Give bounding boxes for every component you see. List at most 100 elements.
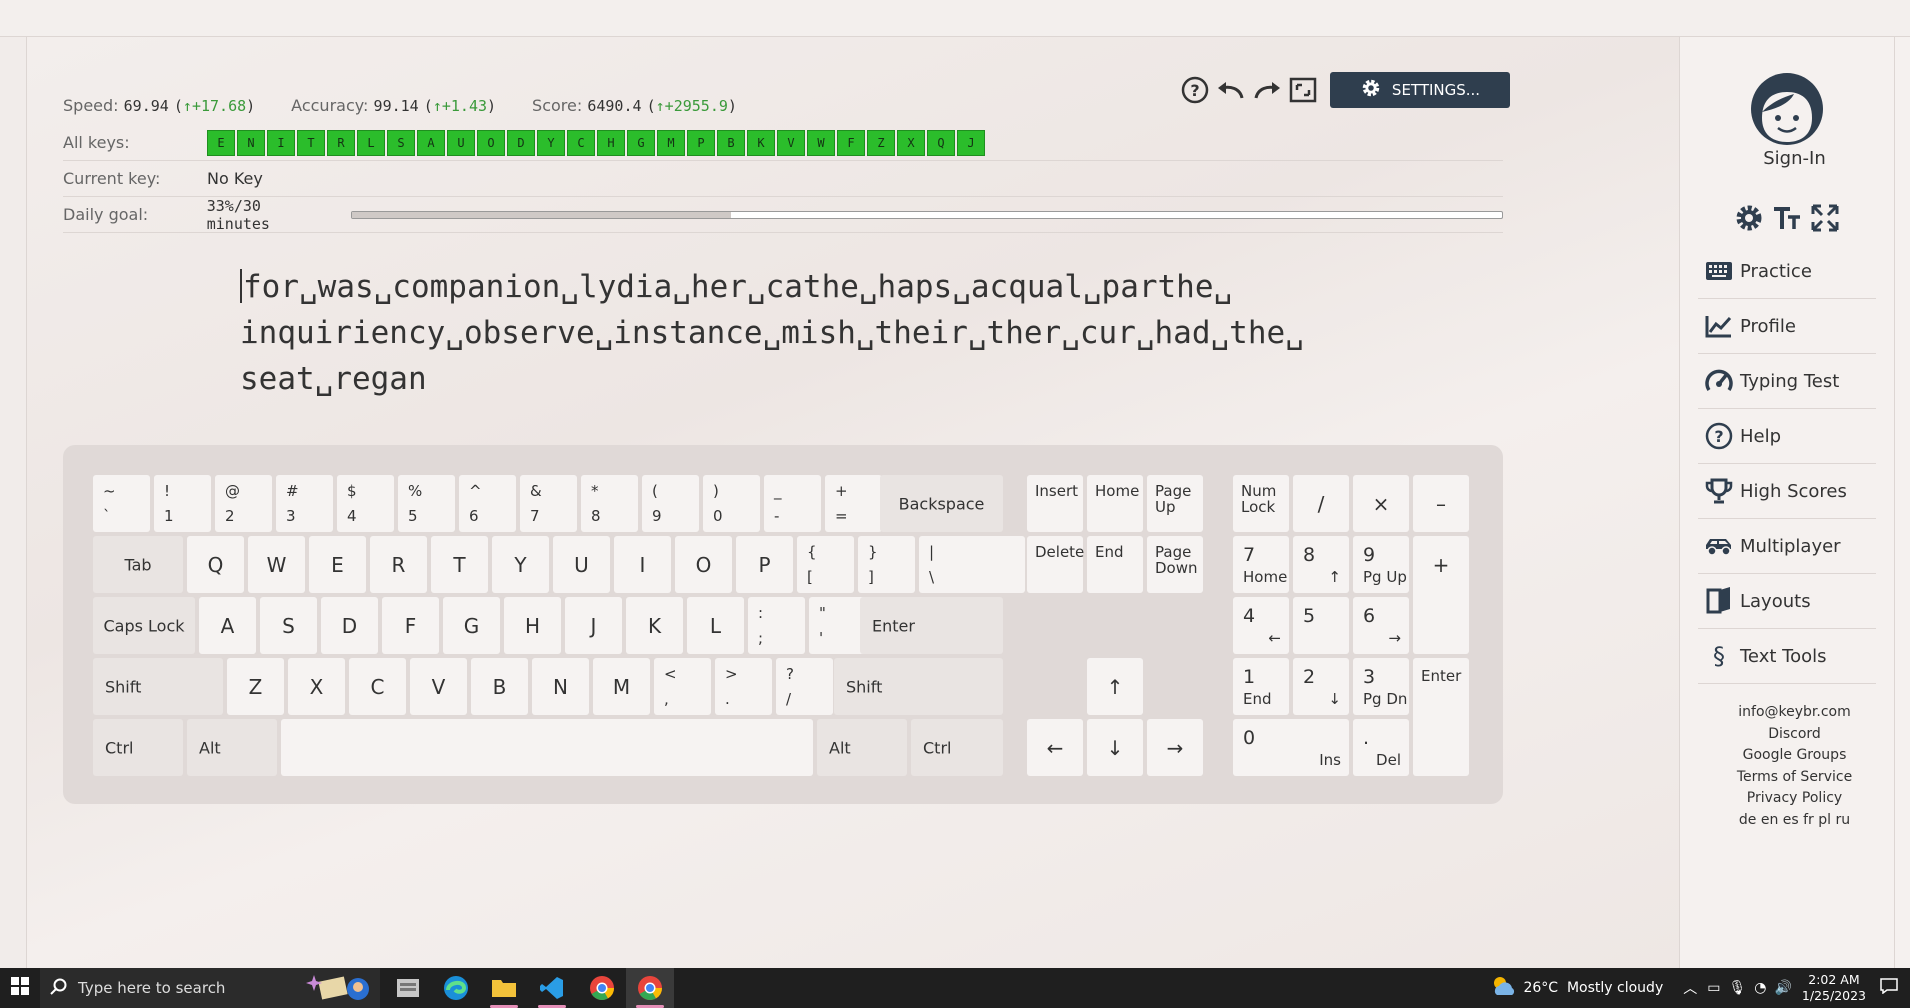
key-chip: O (477, 129, 505, 156)
key-tab: Tab (93, 536, 183, 593)
daily-goal-fill (351, 211, 732, 218)
key-row4-symbol: >. (715, 658, 772, 715)
undo-icon[interactable] (1216, 75, 1246, 105)
key-chip: J (957, 129, 985, 156)
key-chip: T (297, 129, 325, 156)
key-chip: L (357, 129, 385, 156)
key-num-9: 9 Pg Up (1353, 536, 1409, 593)
link-google-groups[interactable]: Google Groups (1679, 745, 1910, 767)
help-icon[interactable]: ? (1180, 75, 1210, 105)
key-num-8: 8 ↑ (1293, 536, 1349, 593)
start-button[interactable] (0, 968, 40, 1008)
key-num-4: 4 ← (1233, 597, 1289, 654)
key-chip: R (327, 129, 355, 156)
accuracy-delta: ↑+1.43 (432, 97, 488, 115)
key-chip: W (807, 129, 835, 156)
avatar[interactable] (1750, 72, 1824, 146)
network-adapter-icon[interactable]: ▭ (1707, 980, 1720, 996)
key-row1-12: + = (825, 475, 882, 532)
nav-multiplayer[interactable]: Multiplayer (1698, 519, 1876, 574)
taskbar-chrome-active-app[interactable] (626, 968, 674, 1008)
daily-goal-value: 33%/30 minutes (206, 196, 270, 233)
clock[interactable]: 2:02 AM 1/25/2023 (1802, 972, 1866, 1004)
theme-gear-icon[interactable] (1734, 203, 1764, 237)
key-row1-8: * 8 (581, 475, 638, 532)
key-letter: Q (187, 536, 244, 593)
key-num-dot: . Del (1353, 719, 1409, 776)
link-discord[interactable]: Discord (1679, 724, 1910, 746)
sidebar-nav: Practice Profile Typing Test ? Help High… (1698, 244, 1876, 684)
key-chip: U (447, 129, 475, 156)
wifi-icon[interactable]: ◔ (1754, 980, 1766, 996)
key-row1-5: % 5 (398, 475, 455, 532)
taskbar-vscode-app[interactable] (528, 968, 576, 1008)
key-home: Home (1087, 475, 1143, 532)
key-row1-11: _ - (764, 475, 821, 532)
nav-high-scores[interactable]: High Scores (1698, 464, 1876, 519)
key-num-0: 0 Ins (1233, 719, 1349, 776)
key-letter: H (504, 597, 561, 654)
section-icon: § (1713, 642, 1725, 670)
speed-delta: ↑+17.68 (182, 97, 247, 115)
key-chip: S (387, 129, 415, 156)
key-row3-symbol: " ' (809, 597, 866, 654)
key-letter: E (309, 536, 366, 593)
key-chip: E (207, 129, 235, 156)
taskbar-file-explorer-app[interactable] (384, 968, 432, 1008)
key-letter: S (260, 597, 317, 654)
chevron-up-icon[interactable]: ︿ (1683, 978, 1697, 998)
weather-text[interactable]: 26°C Mostly cloudy (1523, 980, 1663, 996)
volume-icon[interactable]: 🔊 (1774, 980, 1791, 996)
question-icon: ? (1698, 422, 1740, 450)
nav-text-tools[interactable]: § Text Tools (1698, 629, 1876, 684)
font-size-icon[interactable] (1772, 203, 1802, 237)
settings-button[interactable]: SETTINGS... (1330, 72, 1510, 108)
key-page-up: Page Up (1147, 475, 1203, 532)
nav-practice[interactable]: Practice (1698, 244, 1876, 299)
stats-bar: Speed: 69.94 (↑+17.68) Accuracy: 99.14 (… (63, 96, 737, 115)
key-chip: Q (927, 129, 955, 156)
sign-in-link[interactable]: Sign-In (1679, 148, 1910, 169)
link-languages[interactable]: de en es fr pl ru (1679, 810, 1910, 832)
key-enter: Enter (860, 597, 1003, 654)
key-alt-right: Alt (817, 719, 907, 776)
microphone-icon[interactable]: 🎙 (1728, 980, 1746, 996)
key-shift-left: Shift (93, 658, 223, 715)
current-key-row: Current key: No Key (63, 161, 1503, 197)
key-arrow-left: ← (1027, 719, 1083, 776)
speed-value: 69.94 (123, 97, 169, 115)
nav-profile[interactable]: Profile (1698, 299, 1876, 354)
key-row4-symbol: ? / (776, 658, 833, 715)
key-row2-symbol: {[ (797, 536, 854, 593)
speed-stat: Speed: 69.94 (↑+17.68) (63, 96, 256, 115)
key-row2-symbol: }] (858, 536, 915, 593)
svg-text:?: ? (1714, 427, 1723, 446)
taskbar-edge-app[interactable] (432, 968, 480, 1008)
key-space (281, 719, 813, 776)
key-letter: U (553, 536, 610, 593)
key-letter: F (382, 597, 439, 654)
key-row1-4: $4 (337, 475, 394, 532)
taskbar-folder-app[interactable] (480, 968, 528, 1008)
nav-help[interactable]: ? Help (1698, 409, 1876, 464)
trophy-icon (1698, 477, 1740, 505)
redo-icon[interactable] (1252, 75, 1282, 105)
link-email[interactable]: info@keybr.com (1679, 702, 1910, 724)
fullscreen-icon[interactable] (1288, 75, 1318, 105)
taskbar-chrome-app[interactable] (578, 968, 626, 1008)
nav-typing-test[interactable]: Typing Test (1698, 354, 1876, 409)
key-letter: B (471, 658, 528, 715)
expand-icon[interactable] (1810, 203, 1840, 237)
link-terms[interactable]: Terms of Service (1679, 767, 1910, 789)
daily-goal-row: Daily goal: 33%/30 minutes (63, 197, 1503, 233)
score-label: Score: (532, 96, 583, 115)
link-privacy[interactable]: Privacy Policy (1679, 788, 1910, 810)
key-row1-2: @2 (215, 475, 272, 532)
practice-text[interactable]: for␣was␣companion␣lydia␣her␣cathe␣haps␣a… (240, 264, 1304, 402)
taskbar-search[interactable]: Type here to search (40, 968, 380, 1008)
accuracy-label: Accuracy: (291, 96, 369, 115)
notification-icon[interactable] (1880, 978, 1898, 998)
nav-layouts[interactable]: Layouts (1698, 574, 1876, 629)
key-chips: ENITRLSAUODYCHGMPBKVWFZXQJ (207, 129, 987, 156)
clock-time: 2:02 AM (1808, 972, 1860, 987)
